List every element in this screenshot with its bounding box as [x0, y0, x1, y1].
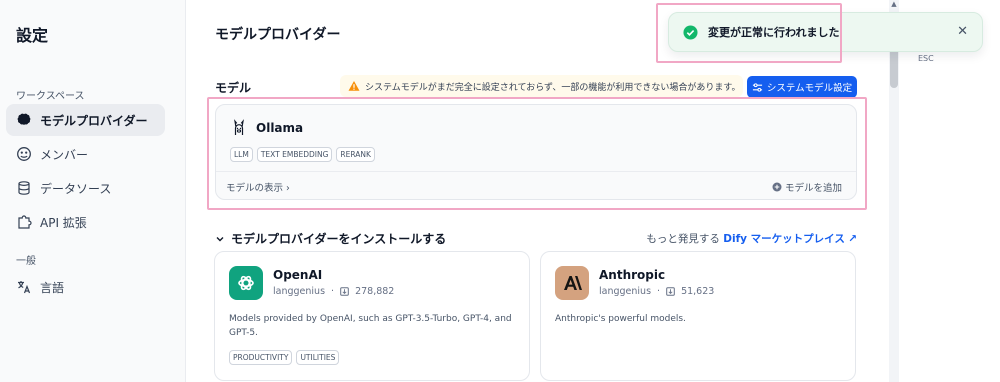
translate-icon	[18, 281, 31, 294]
plugin-tags: PRODUCTIVITY UTILITIES	[229, 350, 340, 365]
sidebar-item-api-extension[interactable]: API 拡張	[6, 206, 165, 238]
toast-highlight	[656, 3, 842, 63]
plugin-name: OpenAI	[273, 268, 323, 282]
sidebar-item-model-provider[interactable]: モデルプロバイダー	[6, 104, 165, 136]
system-model-settings-button[interactable]: システムモデル設定	[747, 76, 857, 98]
provider-tag: LLM	[230, 147, 253, 162]
general-section-label: 一般	[16, 256, 36, 267]
plugin-tag: UTILITIES	[296, 350, 340, 365]
warning-text: システムモデルがまだ完全に設定されておらず、一部の機能が利用できない場合がありま…	[365, 82, 741, 93]
sidebar-item-label: モデルプロバイダー	[40, 113, 148, 128]
install-section-toggle[interactable]: モデルプロバイダーをインストールする	[215, 230, 446, 247]
scroll-up-arrow-icon[interactable]: ▲	[889, 0, 899, 10]
workspace-section-label: ワークスペース	[16, 91, 85, 102]
settings-sidebar: 設定 ワークスペース モデルプロバイダー メンバー データソース API 拡張 …	[0, 0, 186, 382]
sidebar-item-label: メンバー	[40, 147, 89, 162]
right-rail	[887, 0, 1000, 382]
plugin-author: langgenius	[599, 286, 652, 297]
install-section-title: モデルプロバイダーをインストールする	[231, 232, 447, 246]
anthropic-logo-icon	[555, 266, 589, 300]
settings-sliders-icon	[752, 82, 762, 92]
esc-label: ESC	[918, 54, 934, 63]
add-model-label: モデルを追加	[784, 183, 842, 194]
chevron-right-icon: ›	[286, 183, 290, 194]
database-icon	[18, 181, 30, 195]
plugin-name: Anthropic	[599, 268, 666, 282]
toast-close-icon[interactable]: ✕	[957, 24, 968, 39]
page-title: モデルプロバイダー	[215, 27, 341, 43]
plugin-meta: langgenius · 278,882	[273, 286, 394, 297]
sidebar-item-label: データソース	[40, 181, 112, 196]
install-count-icon	[666, 287, 675, 296]
plugin-card-anthropic[interactable]: Anthropic langgenius · 51,623 Anthropic'…	[540, 251, 856, 381]
card-divider	[216, 171, 856, 172]
provider-tag: TEXT EMBEDDING	[256, 147, 333, 162]
provider-card-ollama: Ollama LLM TEXT EMBEDDING RERANK モデルの表示 …	[215, 104, 857, 200]
brain-icon	[17, 113, 31, 125]
plus-circle-icon	[772, 182, 782, 192]
plugin-card-openai[interactable]: OpenAI langgenius · 278,882 Models provi…	[214, 251, 530, 381]
add-model-button[interactable]: モデルを追加	[772, 180, 842, 194]
discover-prefix: もっと発見する	[646, 233, 720, 245]
show-models-label: モデルの表示	[226, 183, 284, 194]
llama-icon	[234, 119, 244, 135]
system-model-warning: システムモデルがまだ完全に設定されておらず、一部の機能が利用できない場合がありま…	[340, 75, 743, 97]
warning-icon	[348, 81, 360, 91]
show-models-button[interactable]: モデルの表示 ›	[226, 180, 290, 194]
members-icon	[17, 147, 31, 161]
external-arrow-icon: ↗	[848, 233, 857, 245]
discover-more: もっと発見する Dify マーケットプレイス ↗	[646, 231, 857, 246]
sidebar-item-members[interactable]: メンバー	[6, 138, 165, 170]
model-section-label: モデル	[215, 81, 252, 95]
install-count-icon	[340, 287, 349, 296]
plugin-author: langgenius	[273, 286, 326, 297]
sidebar-title: 設定	[16, 26, 49, 45]
system-model-settings-label: システムモデル設定	[766, 83, 853, 94]
plugin-tag: PRODUCTIVITY	[229, 350, 293, 365]
plugin-install-count: 278,882	[355, 286, 395, 297]
provider-tags: LLM TEXT EMBEDDING RERANK	[230, 147, 375, 162]
provider-name: Ollama	[256, 121, 304, 135]
marketplace-link[interactable]: Dify マーケットプレイス	[723, 233, 845, 245]
sidebar-item-language[interactable]: 言語	[6, 271, 165, 303]
plugin-install-count: 51,623	[681, 286, 715, 297]
plugin-meta: langgenius · 51,623	[599, 286, 714, 297]
openai-logo-icon	[229, 266, 263, 300]
provider-header: Ollama	[230, 119, 303, 137]
puzzle-icon	[18, 215, 32, 229]
provider-tag: RERANK	[336, 147, 375, 162]
sidebar-item-label: API 拡張	[40, 215, 87, 230]
meta-separator: ·	[657, 286, 661, 297]
chevron-down-icon	[216, 236, 224, 241]
plugin-description: Anthropic's powerful models.	[555, 314, 686, 324]
sidebar-item-label: 言語	[40, 280, 65, 295]
sidebar-item-data-source[interactable]: データソース	[6, 172, 165, 204]
plugin-description: Models provided by OpenAI, such as GPT-3…	[229, 314, 512, 338]
meta-separator: ·	[331, 286, 335, 297]
